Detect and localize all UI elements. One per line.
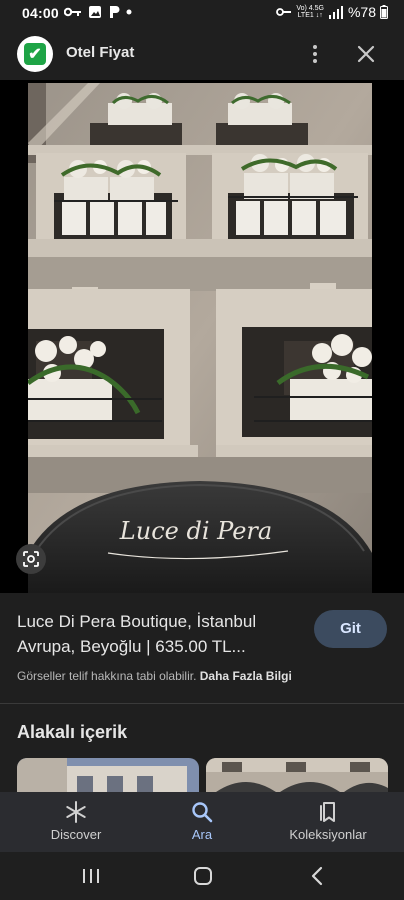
signal-icon xyxy=(328,5,343,19)
related-image xyxy=(17,758,199,792)
home-button[interactable] xyxy=(188,864,218,888)
system-navigation xyxy=(0,852,404,900)
key-icon xyxy=(276,8,292,16)
google-lens-icon xyxy=(23,551,39,567)
result-info: Luce Di Pera Boutique, İstanbul Avrupa, … xyxy=(0,593,404,703)
app-top-bar: ✔ Otel Fiyat xyxy=(0,28,404,80)
recents-icon xyxy=(83,869,99,883)
status-bar: 04:00 Vo) 4.5G LTE1 ↓↑ %78 xyxy=(0,0,404,28)
copyright-notice: Görseller telif hakkına tabi olabilir. D… xyxy=(17,669,292,683)
nav-discover[interactable]: Discover xyxy=(16,792,136,852)
hotel-photo[interactable]: Luce di Pera xyxy=(28,83,372,593)
network-top-text: Vo) 4.5G xyxy=(296,5,324,12)
close-button[interactable] xyxy=(352,40,380,68)
bookmarks-icon xyxy=(320,802,335,822)
battery-icon xyxy=(380,5,388,19)
home-icon xyxy=(194,867,212,885)
recents-button[interactable] xyxy=(76,864,106,888)
status-left-icons xyxy=(64,5,132,19)
nav-collections[interactable]: Koleksiyonlar xyxy=(268,792,388,852)
sign-text: Luce di Pera xyxy=(119,517,272,545)
google-lens-button[interactable] xyxy=(16,544,46,574)
page-title: Otel Fiyat xyxy=(66,44,135,61)
more-vert-icon xyxy=(313,45,317,49)
hotel-facade-image: Luce di Pera xyxy=(28,83,372,593)
nav-search[interactable]: Ara xyxy=(142,792,262,852)
more-vert-icon-dot xyxy=(313,59,317,63)
image-icon xyxy=(89,6,101,18)
bottom-navigation: Discover Ara Koleksiyonlar xyxy=(0,792,404,852)
related-thumbnail[interactable] xyxy=(206,758,388,792)
close-icon xyxy=(357,45,375,63)
more-vert-icon-dot xyxy=(313,52,317,56)
status-right-icons: Vo) 4.5G LTE1 ↓↑ %78 xyxy=(276,4,388,20)
dot-icon xyxy=(126,9,132,15)
checkmark-icon: ✔ xyxy=(24,43,46,65)
image-viewer: Luce di Pera xyxy=(0,80,404,593)
more-options-button[interactable] xyxy=(303,40,327,68)
nav-search-label: Ara xyxy=(191,827,213,842)
visit-button[interactable]: Git xyxy=(314,610,387,648)
back-button[interactable] xyxy=(302,864,332,888)
related-thumbnail[interactable] xyxy=(17,758,199,792)
asterisk-icon xyxy=(66,801,86,823)
copyright-text: Görseller telif hakkına tabi olabilir. xyxy=(17,669,197,683)
key-icon xyxy=(64,7,81,17)
nav-collections-label: Koleksiyonlar xyxy=(289,827,367,842)
related-image xyxy=(206,758,388,792)
battery-text: %78 xyxy=(347,4,376,20)
app-logo: ✔ xyxy=(17,36,53,72)
related-content: Alakalı içerik xyxy=(0,704,404,792)
back-icon xyxy=(311,866,323,886)
related-heading: Alakalı içerik xyxy=(17,722,128,742)
nav-discover-label: Discover xyxy=(50,827,102,842)
network-bottom-text: LTE1 ↓↑ xyxy=(297,12,323,19)
p-app-icon xyxy=(110,6,120,18)
search-icon xyxy=(192,802,213,823)
more-info-link[interactable]: Daha Fazla Bilgi xyxy=(200,669,292,683)
status-time: 04:00 xyxy=(22,5,59,21)
network-type: Vo) 4.5G LTE1 ↓↑ xyxy=(296,5,324,19)
result-title[interactable]: Luce Di Pera Boutique, İstanbul Avrupa, … xyxy=(17,609,297,659)
